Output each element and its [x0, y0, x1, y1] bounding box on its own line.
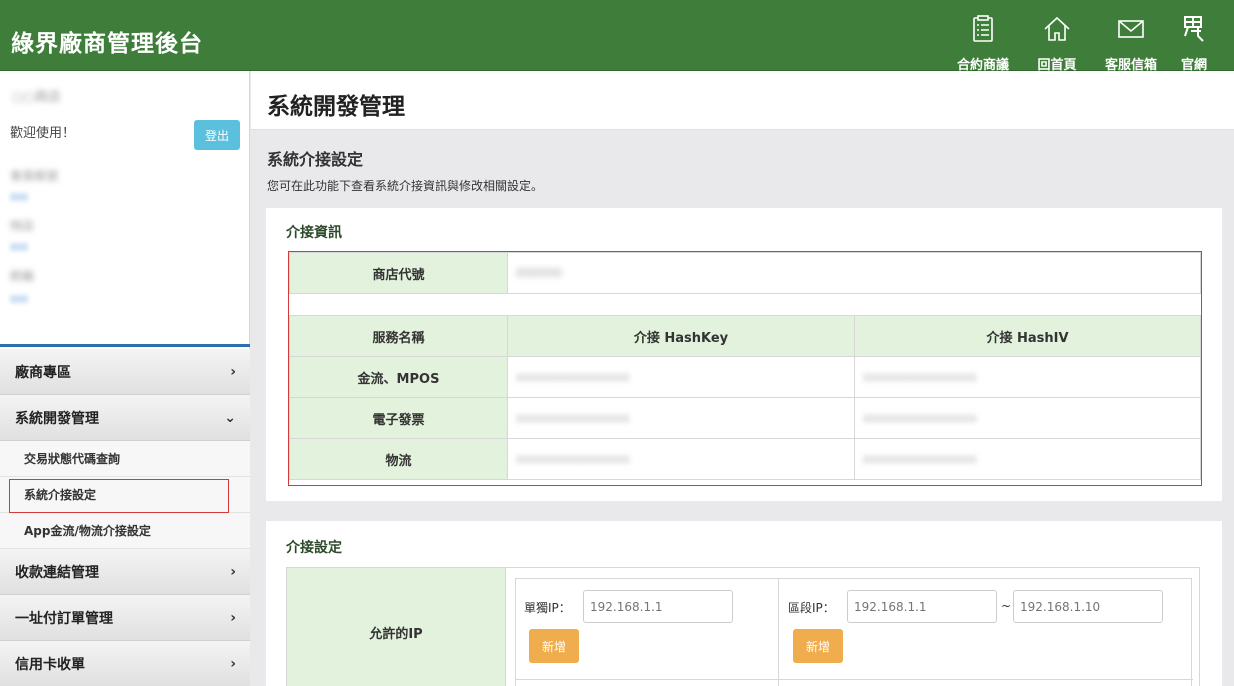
menu-one-address-order[interactable]: 一址付訂單管理 ›	[0, 595, 250, 641]
account-line: 統編	[10, 269, 35, 283]
store-id-value: 000000	[507, 252, 1201, 294]
logout-button[interactable]: 登出	[194, 120, 240, 150]
sidebar: ○○商店 歡迎使用！ 登出 會員帳號 特店 統編 廠商專區 › 系統開發管理 ⌄…	[0, 71, 250, 686]
single-ip-input[interactable]	[583, 590, 733, 623]
side-menu: 廠商專區 › 系統開發管理 ⌄ 交易狀態代碼查詢 系統介接設定 App金流/物流…	[0, 349, 250, 686]
menu-payment-link[interactable]: 收款連結管理 ›	[0, 549, 250, 595]
hashiv-cell: xxxxxxxxxxxxxxxx	[854, 397, 1201, 439]
range-ip-label: 區段IP：	[788, 601, 835, 615]
column-header: 服務名稱	[289, 315, 508, 357]
submenu-item-label: App金流/物流介接設定	[24, 524, 151, 538]
store-id-table: 商店代號 000000	[289, 252, 1201, 294]
account-line: 特店	[10, 219, 35, 233]
welcome-text: 歡迎使用！	[10, 126, 76, 141]
nav-official-site[interactable]: 官網	[1168, 14, 1220, 73]
table-row: 物流 xxxxxxxxxxxxxxxx xxxxxxxxxxxxxxxx	[289, 438, 1201, 480]
single-ip-label: 單獨IP：	[524, 601, 571, 615]
add-single-ip-button[interactable]: 新增	[529, 629, 579, 663]
hashkey-cell: xxxxxxxxxxxxxxxx	[507, 438, 855, 480]
section-title: 系統介接設定	[267, 150, 364, 169]
mail-icon	[1116, 14, 1146, 48]
logo-icon	[1179, 14, 1209, 48]
service-name: 金流、MPOS	[289, 356, 508, 398]
info-panel: 介接資訊 商店代號 000000 服務名稱 介接 HashKey 介接 Hash…	[266, 208, 1222, 501]
row-divider	[516, 679, 1193, 680]
hash-table: 服務名稱 介接 HashKey 介接 HashIV 金流、MPOS xxxxxx…	[289, 315, 1201, 480]
hashkey-value: xxxxxxxxxxxxxxxx	[516, 410, 630, 425]
hashiv-cell: xxxxxxxxxxxxxxxx	[854, 356, 1201, 398]
column-header: 介接 HashIV	[854, 315, 1201, 357]
hashkey-cell: xxxxxxxxxxxxxxxx	[507, 397, 855, 439]
user-name: ○○商店	[12, 90, 61, 105]
chevron-down-icon: ⌄	[224, 409, 236, 426]
menu-system-dev[interactable]: 系統開發管理 ⌄	[0, 395, 250, 441]
hashiv-value: xxxxxxxxxxxxxxxx	[863, 369, 977, 384]
column-header: 介接 HashKey	[507, 315, 855, 357]
menu-item-label: 收款連結管理	[15, 564, 99, 581]
store-id-label: 商店代號	[289, 252, 508, 294]
page-header: 系統開發管理	[251, 71, 1234, 130]
nav-home[interactable]: 回首頁	[1020, 14, 1094, 73]
ip-rule-divider	[778, 579, 779, 686]
chevron-right-icon: ›	[230, 563, 236, 580]
page-title: 系統開發管理	[267, 94, 405, 120]
menu-item-label: 系統開發管理	[15, 410, 99, 427]
hashiv-value: xxxxxxxxxxxxxxxx	[863, 410, 977, 425]
hashiv-value: xxxxxxxxxxxxxxxx	[863, 451, 977, 466]
hashiv-cell: xxxxxxxxxxxxxxxx	[854, 438, 1201, 480]
chevron-right-icon: ›	[230, 363, 236, 380]
menu-credit-card[interactable]: 信用卡收單 ›	[0, 641, 250, 686]
info-highlight-box: 商店代號 000000 服務名稱 介接 HashKey 介接 HashIV 金流…	[288, 251, 1202, 486]
range-ip-end-input[interactable]	[1013, 590, 1163, 623]
ip-rule-box: 單獨IP： 新增 區段IP： ~ 新增	[515, 578, 1193, 686]
store-id-text: 000000	[516, 265, 562, 280]
active-highlight	[9, 479, 229, 513]
home-icon	[1042, 14, 1072, 48]
chevron-right-icon: ›	[230, 609, 236, 626]
add-range-ip-button[interactable]: 新增	[793, 629, 843, 663]
range-separator: ~	[1001, 599, 1012, 613]
submenu-item-label: 交易狀態代碼查詢	[24, 452, 121, 466]
user-box: ○○商店 歡迎使用！ 登出 會員帳號 特店 統編	[0, 71, 250, 347]
hashkey-value: xxxxxxxxxxxxxxxx	[516, 369, 630, 384]
allowed-ip-label: 允許的IP	[287, 568, 506, 686]
account-line: 會員帳號	[10, 169, 59, 183]
submenu-app-integration[interactable]: App金流/物流介接設定	[0, 513, 250, 549]
submenu-status-code[interactable]: 交易狀態代碼查詢	[0, 441, 250, 477]
info-panel-title: 介接資訊	[286, 225, 342, 241]
top-header: 綠界廠商管理後台 合約商議 回首頁 客服信箱 官網	[0, 0, 1234, 73]
clipboard-icon	[968, 14, 998, 48]
account-subline	[10, 193, 28, 201]
main-content: 系統開發管理 系統介接設定 您可在此功能下查看系統介接資訊與修改相關設定。 介接…	[251, 71, 1234, 686]
submenu-system-integration[interactable]: 系統介接設定	[0, 477, 250, 513]
table-row: 電子發票 xxxxxxxxxxxxxxxx xxxxxxxxxxxxxxxx	[289, 397, 1201, 439]
settings-panel: 介接設定 允許的IP 單獨IP： 新增 區段IP： ~ 新增	[266, 521, 1222, 686]
nav-mail[interactable]: 客服信箱	[1094, 14, 1168, 73]
menu-item-label: 一址付訂單管理	[15, 610, 113, 627]
service-name: 電子發票	[289, 397, 508, 439]
section-description: 您可在此功能下查看系統介接資訊與修改相關設定。	[267, 179, 544, 193]
menu-item-label: 信用卡收單	[15, 656, 85, 673]
account-subline	[10, 295, 28, 303]
brand-title: 綠界廠商管理後台	[11, 31, 203, 57]
hashkey-value: xxxxxxxxxxxxxxxx	[516, 451, 630, 466]
menu-vendor-area[interactable]: 廠商專區 ›	[0, 349, 250, 395]
top-nav: 合約商議 回首頁 客服信箱 官網	[946, 14, 1220, 73]
table-row: 金流、MPOS xxxxxxxxxxxxxxxx xxxxxxxxxxxxxxx…	[289, 356, 1201, 398]
ip-settings-table: 允許的IP 單獨IP： 新增 區段IP： ~ 新增	[286, 567, 1200, 686]
range-ip-start-input[interactable]	[847, 590, 997, 623]
menu-item-label: 廠商專區	[15, 364, 71, 381]
account-subline	[10, 243, 28, 251]
nav-contract[interactable]: 合約商議	[946, 14, 1020, 73]
chevron-right-icon: ›	[230, 655, 236, 672]
service-name: 物流	[289, 438, 508, 480]
hashkey-cell: xxxxxxxxxxxxxxxx	[507, 356, 855, 398]
settings-panel-title: 介接設定	[286, 540, 342, 556]
